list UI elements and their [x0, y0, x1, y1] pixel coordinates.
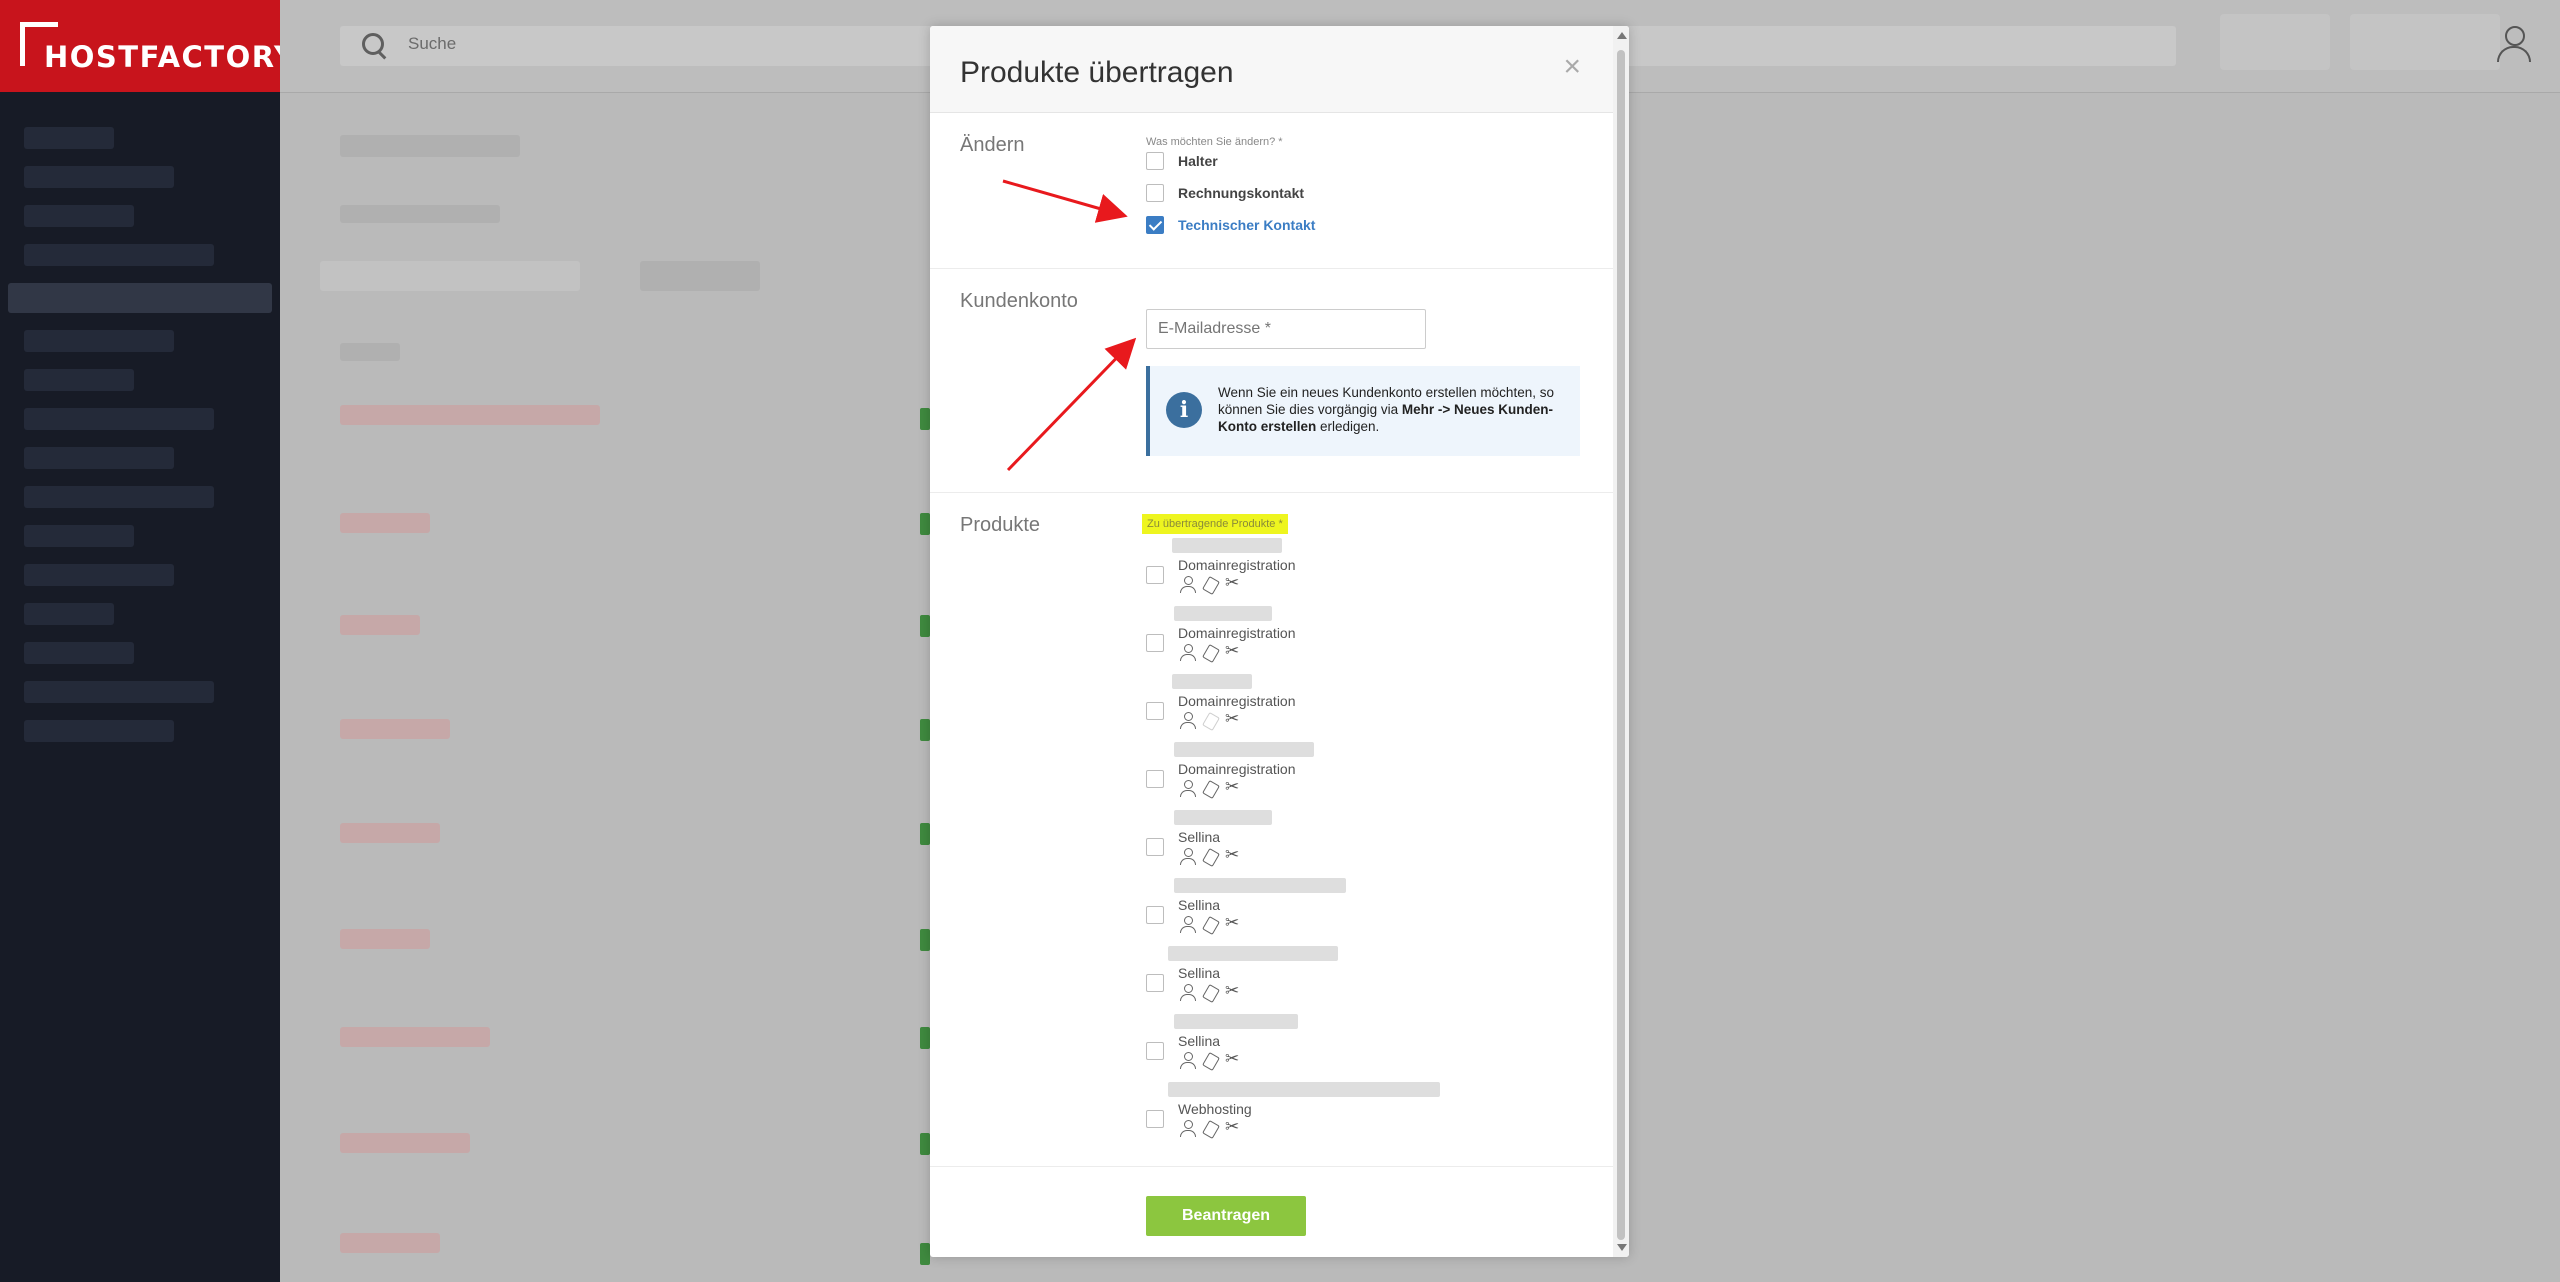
annotation-arrows — [1002, 179, 1137, 472]
annotation-arrow-to-checkbox — [1002, 179, 1128, 223]
annotation-arrow-to-email — [1006, 337, 1137, 472]
